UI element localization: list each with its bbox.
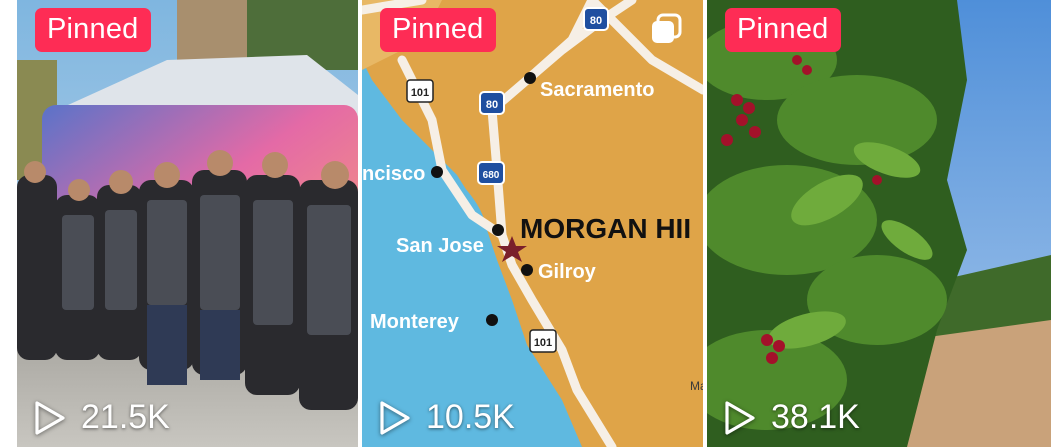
map-corner-label: Ma [690, 379, 703, 393]
video-grid: Pinned 21.5K 101 80 80 680 101 Sacrament… [0, 0, 1051, 447]
shield-label: 80 [486, 99, 498, 111]
video-tile-1[interactable]: Pinned 21.5K [17, 0, 358, 447]
video-thumbnail-orchard [707, 0, 1051, 447]
map-label-sacramento: Sacramento [540, 79, 655, 101]
map-label-gilroy: Gilroy [538, 261, 597, 283]
map-label-san-francisco: ncisco [362, 163, 425, 185]
play-icon [725, 400, 755, 435]
view-count: 10.5K [378, 398, 515, 437]
play-icon [380, 400, 410, 435]
video-thumbnail-map: 101 80 80 680 101 Sacramento ncisco San … [362, 0, 703, 447]
view-count: 21.5K [33, 398, 170, 437]
play-icon [35, 400, 65, 435]
multi-image-icon [652, 13, 682, 43]
shield-label: 101 [411, 87, 429, 99]
pinned-badge: Pinned [35, 8, 151, 52]
map-label-monterey: Monterey [370, 311, 460, 333]
video-tile-2[interactable]: 101 80 80 680 101 Sacramento ncisco San … [362, 0, 703, 447]
view-count: 38.1K [723, 398, 860, 437]
map-label-morgan-hill: MORGAN HII [520, 213, 691, 244]
shield-label: 80 [590, 15, 602, 27]
map-label-san-jose: San Jose [396, 235, 484, 257]
video-thumbnail-team [17, 0, 358, 447]
shield-label: 680 [483, 170, 500, 181]
video-tile-3[interactable]: Pinned 38.1K [707, 0, 1051, 447]
view-count-text: 10.5K [426, 398, 515, 436]
pinned-badge: Pinned [725, 8, 841, 52]
shield-label: 101 [534, 337, 552, 349]
view-count-text: 38.1K [771, 398, 860, 436]
pinned-badge: Pinned [380, 8, 496, 52]
view-count-text: 21.5K [81, 398, 170, 436]
